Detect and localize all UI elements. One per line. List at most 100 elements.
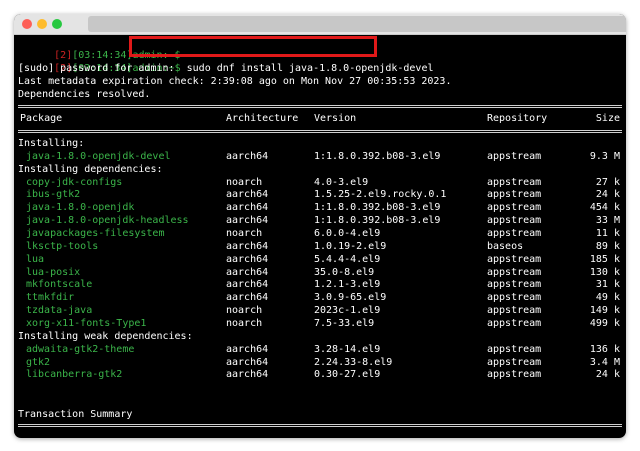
package-repository: appstream (487, 343, 542, 355)
table-row: copy-jdk-configs noarch 4.0-3.el9 appstream… (18, 176, 622, 189)
table-row: libcanberra-gtk2 aarch64 0.30-27.el9 appstr… (18, 368, 622, 381)
package-arch: aarch64 (226, 240, 269, 252)
table-row: java-1.8.0-openjdk-headless aarch64 1:1.8.… (18, 214, 622, 227)
package-version: 2023c-1.el9 (314, 305, 381, 316)
package-name: lua (26, 253, 45, 265)
table-row: ttmkfdir aarch64 3.0.9-65.el9 appstream 49 k (18, 291, 622, 304)
package-repository: appstream (487, 305, 542, 316)
section-heading: Installing: (18, 138, 85, 149)
dependencies-resolved-line: Dependencies resolved. (18, 89, 151, 100)
table-row: gtk2 aarch64 2.24.33-8.el9 appstream 3.4 M (18, 356, 622, 369)
package-arch: aarch64 (226, 189, 269, 201)
minimize-window-button[interactable] (37, 19, 47, 29)
table-header-divider (18, 130, 622, 133)
package-size: 185 k (589, 253, 620, 265)
package-version: 1.5.25-2.el9.rocky.0.1 (314, 189, 447, 201)
package-size: 24 k (595, 189, 620, 201)
package-arch: aarch64 (226, 215, 269, 227)
table-row: xorg-x11-fonts-Type1 noarch 7.5-33.el9 apps… (18, 317, 622, 330)
package-arch: noarch (226, 305, 263, 316)
package-name: lua-posix (26, 266, 81, 278)
package-repository: appstream (487, 227, 542, 239)
package-arch: noarch (226, 176, 263, 188)
package-version: 1:1.8.0.392.b08-3.el9 (314, 202, 441, 214)
package-name: libcanberra-gtk2 (26, 369, 123, 381)
package-version: 1:1.8.0.392.b08-3.el9 (314, 150, 441, 162)
package-arch: aarch64 (226, 292, 269, 304)
package-repository: appstream (487, 356, 542, 368)
package-version: 1:1.8.0.392.b08-3.el9 (314, 215, 441, 227)
package-version: 7.5-33.el9 (314, 317, 375, 329)
package-version: 6.0.0-4.el9 (314, 227, 381, 239)
package-name: copy-jdk-configs (26, 176, 123, 188)
package-name: ibus-gtk2 (26, 189, 81, 201)
package-size: 149 k (589, 305, 620, 316)
terminal-window[interactable]: [2][03:14:34]admin:~$ [2][03:14:34]admin… (14, 14, 626, 438)
package-version: 1.0.19-2.el9 (314, 240, 387, 252)
package-repository: appstream (487, 202, 542, 214)
command-highlight-box (129, 36, 377, 57)
sudo-password-prompt: [sudo] password for admin: (18, 63, 175, 74)
package-size: 499 k (589, 317, 620, 329)
package-version: 3.0.9-65.el9 (314, 292, 387, 304)
table-header-row: Package Architecture Version Repository … (18, 112, 622, 125)
package-size: 130 k (589, 266, 620, 278)
package-repository: baseos (487, 240, 524, 252)
header-version: Version (314, 113, 357, 124)
package-name: mkfontscale (26, 279, 93, 291)
metadata-check-line: Last metadata expiration check: 2:39:08 … (18, 76, 452, 87)
package-version: 35.0-8.el9 (314, 266, 375, 278)
package-repository: appstream (487, 150, 542, 162)
package-size: 31 k (595, 279, 620, 291)
package-size: 24 k (595, 369, 620, 381)
header-architecture: Architecture (226, 113, 299, 124)
package-arch: aarch64 (226, 369, 269, 381)
table-row: lua-posix aarch64 35.0-8.el9 appstream 130 k (18, 266, 622, 279)
package-name: java-1.8.0-openjdk (26, 202, 135, 214)
header-repository: Repository (487, 113, 548, 124)
package-repository: appstream (487, 189, 542, 201)
package-version: 5.4.4-4.el9 (314, 253, 381, 265)
package-name: lksctp-tools (26, 240, 99, 252)
package-arch: noarch (226, 317, 263, 329)
header-size: Size (595, 113, 620, 124)
summary-divider (18, 424, 622, 427)
package-version: 4.0-3.el9 (314, 176, 369, 188)
package-size: 3.4 M (589, 356, 620, 368)
package-name: adwaita-gtk2-theme (26, 343, 135, 355)
package-arch: aarch64 (226, 343, 269, 355)
table-row: javapackages-filesystem noarch 6.0.0-4.el9… (18, 227, 622, 240)
package-name: xorg-x11-fonts-Type1 (26, 317, 147, 329)
package-version: 0.30-27.el9 (314, 369, 381, 381)
terminal-tab[interactable] (88, 16, 626, 32)
table-row: lua aarch64 5.4.4-4.el9 appstream 185 k (18, 253, 622, 266)
package-version: 2.24.33-8.el9 (314, 356, 393, 368)
section-heading: Installing weak dependencies: (18, 330, 193, 342)
package-size: 454 k (589, 202, 620, 214)
package-size: 49 k (595, 292, 620, 304)
close-window-button[interactable] (22, 19, 32, 29)
package-size: 136 k (589, 343, 620, 355)
package-version: 3.28-14.el9 (314, 343, 381, 355)
command-text: sudo dnf install java-1.8.0-openjdk-deve… (186, 63, 434, 74)
package-size: 27 k (595, 176, 620, 188)
package-name: javapackages-filesystem (26, 227, 165, 239)
terminal-output[interactable]: [2][03:14:34]admin:~$ [2][03:14:34]admin… (18, 36, 622, 436)
table-row: java-1.8.0-openjdk-devel aarch64 1:1.8.0.3… (18, 150, 622, 163)
section-heading: Installing dependencies: (18, 163, 163, 175)
package-repository: appstream (487, 215, 542, 227)
table-top-divider (18, 105, 622, 108)
package-arch: aarch64 (226, 202, 269, 214)
package-size: 11 k (595, 227, 620, 239)
title-bar[interactable] (14, 14, 626, 35)
table-row: ibus-gtk2 aarch64 1.5.25-2.el9.rocky.0.1 ap… (18, 188, 622, 201)
package-name: java-1.8.0-openjdk-devel (26, 150, 171, 162)
package-repository: appstream (487, 266, 542, 278)
package-arch: noarch (226, 227, 263, 239)
zoom-window-button[interactable] (52, 19, 62, 29)
package-arch: aarch64 (226, 279, 269, 291)
package-repository: appstream (487, 369, 542, 381)
table-row: lksctp-tools aarch64 1.0.19-2.el9 baseos 89 … (18, 240, 622, 253)
package-size: 33 M (595, 215, 620, 227)
table-row: tzdata-java noarch 2023c-1.el9 appstream 149… (18, 304, 622, 317)
